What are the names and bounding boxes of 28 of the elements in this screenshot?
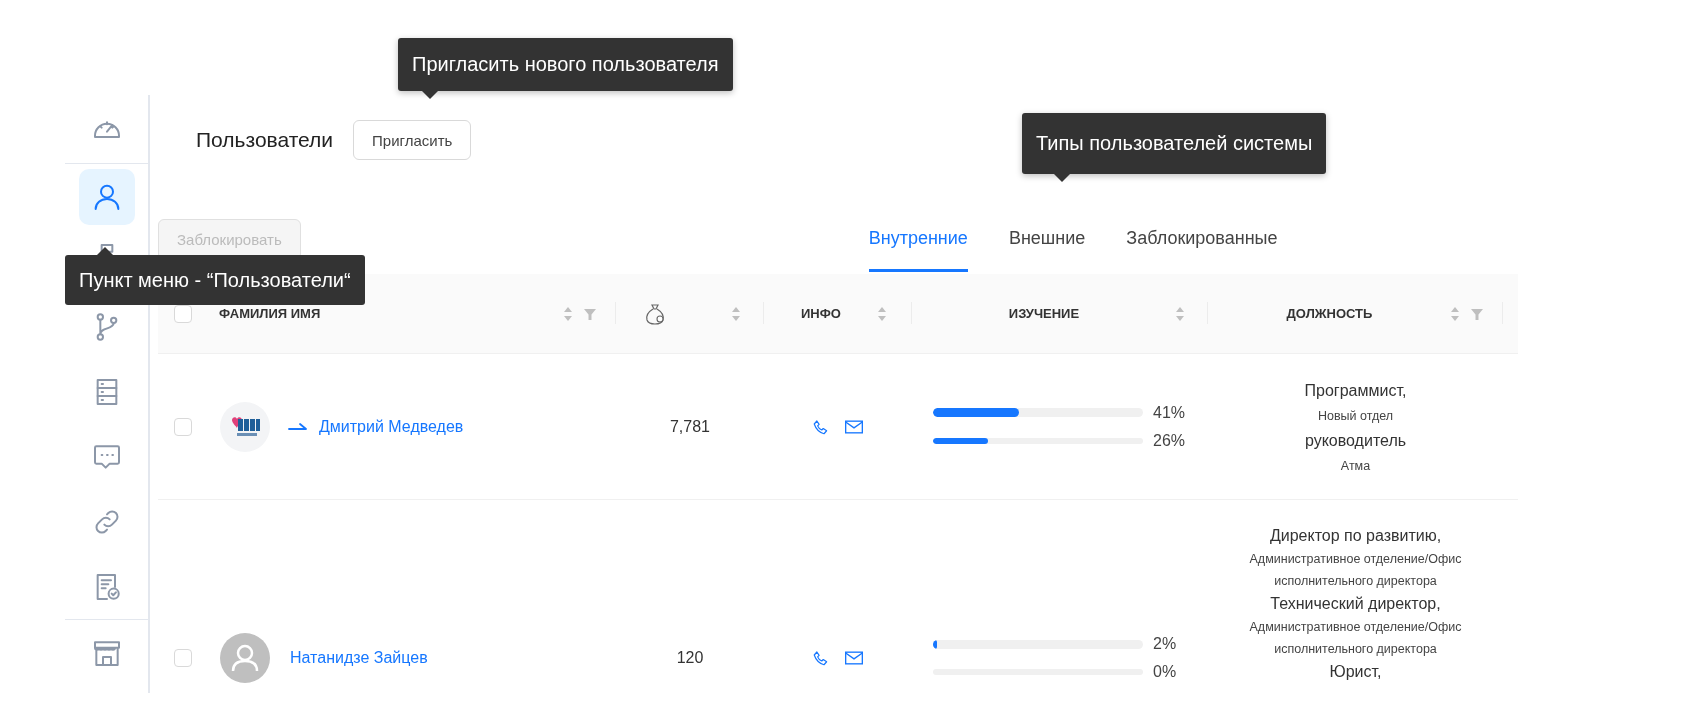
tab[interactable]: Заблокированные <box>1126 228 1278 272</box>
table-cell: 120 <box>676 649 704 667</box>
table-cell: 7,781 <box>669 417 710 436</box>
invite-button[interactable]: Пригласить <box>353 120 472 160</box>
column-header: ИЗУЧЕНИЕ <box>1007 306 1081 321</box>
progress-reading: 0% <box>1153 663 1177 681</box>
department-name: Административное отделение/Офис исполнительного директора <box>1248 619 1463 658</box>
department-name: Новый отдел <box>1317 407 1394 425</box>
column-header: ФАМИЛИЯ ИМЯ <box>219 306 322 321</box>
position-title: Директор по развитию, <box>1269 526 1442 546</box>
progress-reading: 2% <box>1153 635 1177 653</box>
tab[interactable]: Внешние <box>1008 228 1086 272</box>
page-title: Пользователи <box>196 128 334 152</box>
column-header: ДОЛЖНОСТЬ <box>1285 306 1374 321</box>
position-title: руководитель <box>1304 430 1407 451</box>
tooltip: Пункт меню - “Пользователи“ <box>65 247 365 305</box>
tooltip: Пригласить нового пользователя <box>398 38 733 99</box>
position-title: Юрист, <box>1329 662 1382 682</box>
department-name: Атма <box>1340 457 1371 475</box>
position-title: Технический директор, <box>1270 594 1441 614</box>
department-name: Административное отделение/Офис исполнительного директора <box>1248 551 1463 590</box>
user-name-link[interactable]: Натанидзе Зайцев <box>290 649 428 667</box>
progress-reading: 41% <box>1153 403 1186 422</box>
progress-reading: 26% <box>1153 431 1186 450</box>
position-title: Программист, <box>1304 380 1407 401</box>
tooltip: Типы пользователей системы <box>1022 113 1327 182</box>
column-header: ИНФО <box>800 306 842 321</box>
user-name-link[interactable]: Дмитрий Медведев <box>319 417 464 436</box>
